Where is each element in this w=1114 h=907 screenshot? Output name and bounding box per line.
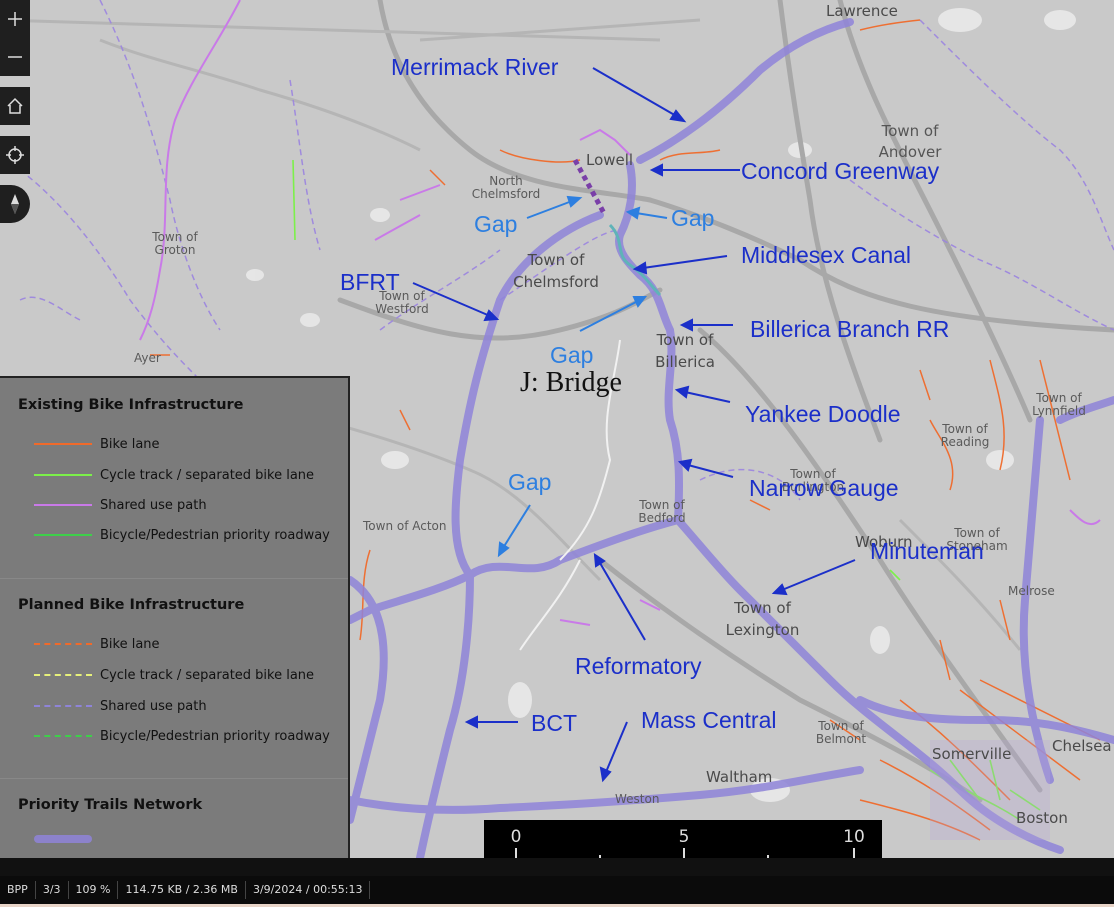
place-bedford: Town of Bedford [638,498,686,525]
legend-swatch [34,474,92,476]
label-gap-low: Gap [508,469,552,495]
legend-priority-swatch [34,835,92,843]
label-gap-left: Gap [474,211,518,237]
place-weston: Weston [615,792,660,806]
label-middlesex-canal: Middlesex Canal [741,242,912,268]
label-mass-central: Mass Central [641,707,777,733]
legend-planned-bike-lane: Bike lane [34,634,160,654]
plus-icon [8,12,22,26]
place-lexington: Town of Lexington [725,599,800,639]
sudbury-river [519,559,581,651]
locate-button[interactable] [0,136,30,174]
place-acton: Town of Acton [363,519,447,533]
legend-swatch [34,674,92,676]
legend-swatch [34,735,92,737]
legend-divider [0,578,348,579]
map-view[interactable]: Lawrence Lowell North Chelmsford Town of… [0,0,1114,858]
place-reading: Town of Reading [940,422,990,449]
legend-label: Bike lane [100,436,160,452]
legend-existing-bike-lane: Bike lane [34,434,160,454]
scale-bar-graphic: 0 5 10 [511,827,865,858]
legend-divider [0,778,348,779]
status-bar: BPP 3/3 109 % 114.75 KB / 2.36 MB 3/9/20… [0,876,1114,904]
legend-existing-cycle-track: Cycle track / separated bike lane [34,465,314,485]
legend-swatch [34,643,92,645]
place-chelsea: Chelsea [1052,737,1112,755]
label-yankee-doodle: Yankee Doodle [745,401,901,427]
place-lowell: Lowell [586,151,634,169]
label-merrimack-river: Merrimack River [391,54,559,80]
place-melrose: Melrose [1008,584,1055,598]
legend-swatch [34,504,92,506]
label-bct: BCT [531,710,577,736]
scale-bar: 0 5 10 [484,820,882,858]
legend-label: Cycle track / separated bike lane [100,667,315,683]
label-bridge: J: Bridge [520,367,622,398]
zoom-in-button[interactable] [7,11,23,27]
place-waltham: Waltham [706,768,773,786]
map-legend: Existing Bike Infrastructure Bike lane C… [0,376,350,858]
legend-swatch [34,534,92,536]
scale-label-10: 10 [843,827,865,847]
legend-label: Cycle track / separated bike lane [100,467,315,483]
scale-label-5: 5 [679,827,690,847]
label-minuteman: Minuteman [870,538,984,564]
legend-existing-title: Existing Bike Infrastructure [18,397,244,413]
zoom-controls [0,0,30,76]
label-concord-greenway: Concord Greenway [741,158,940,184]
legend-swatch [34,705,92,707]
status-size: 114.75 KB / 2.36 MB [118,881,246,899]
label-bfrt: BFRT [340,269,400,295]
place-north-chelmsford: North Chelmsford [471,174,541,201]
place-ayer: Ayer [134,351,161,365]
place-andover: Town of Andover [878,122,942,161]
label-reformatory: Reformatory [575,653,702,679]
legend-priority-title: Priority Trails Network [18,797,203,813]
place-chelmsford: Town of Chelmsford [513,251,599,291]
status-zoom: 109 % [69,881,119,899]
label-gap-mid: Gap [550,342,594,368]
label-billerica-branch-rr: Billerica Branch RR [750,316,950,342]
status-format: BPP [0,881,36,899]
legend-label: Shared use path [100,497,207,513]
status-page: 3/3 [36,881,69,899]
legend-planned-shared-use: Shared use path [34,696,207,716]
legend-label: Shared use path [100,698,207,714]
place-somerville: Somerville [932,745,1012,763]
zoom-out-button[interactable] [7,49,23,65]
minus-icon [8,56,22,58]
place-lawrence: Lawrence [826,2,898,20]
legend-label: Bicycle/Pedestrian priority roadway [100,728,330,744]
canal-segment [608,223,662,297]
legend-label: Bicycle/Pedestrian priority roadway [100,527,330,543]
home-icon [7,97,23,114]
compass-icon [11,194,19,214]
place-boston: Boston [1016,809,1068,827]
legend-planned-ped-priority: Bicycle/Pedestrian priority roadway [34,726,330,746]
status-datetime: 3/9/2024 / 00:55:13 [246,881,371,899]
scale-label-0: 0 [511,827,522,847]
crosshair-icon [6,146,24,164]
label-gap-right: Gap [671,205,715,231]
place-groton: Town of Groton [152,230,198,257]
legend-existing-shared-use: Shared use path [34,495,207,515]
place-lynnfield: Town of Lynnfield [1032,391,1086,418]
legend-planned-title: Planned Bike Infrastructure [18,597,245,613]
label-narrow-gauge: Narrow Gauge [749,475,899,501]
legend-label: Bike lane [100,636,160,652]
legend-swatch [34,443,92,445]
legend-planned-cycle-track: Cycle track / separated bike lane [34,665,314,685]
legend-existing-ped-priority: Bicycle/Pedestrian priority roadway [34,525,330,545]
place-belmont: Town of Belmont [815,719,867,746]
home-button[interactable] [0,87,30,125]
place-billerica: Town of Billerica [655,331,715,371]
highways [337,0,1114,803]
